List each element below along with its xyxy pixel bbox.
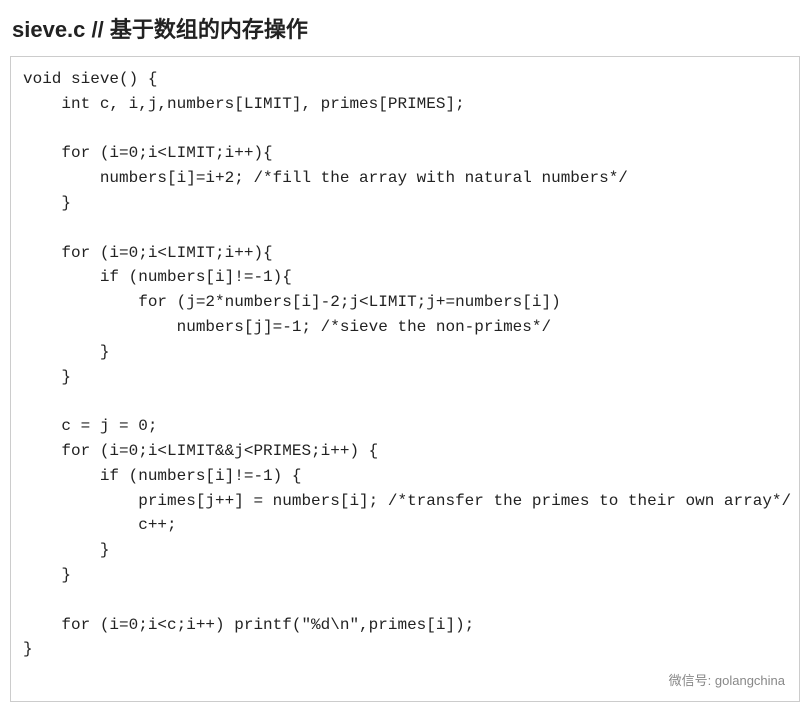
page-title: sieve.c // 基于数组的内存操作 — [10, 12, 800, 44]
watermark-label: 微信号: golangchina — [669, 671, 785, 691]
code-container: void sieve() { int c, i,j,numbers[LIMIT]… — [10, 56, 800, 702]
wechat-icon — [643, 673, 663, 689]
watermark: 微信号: golangchina — [643, 671, 785, 691]
code-content: void sieve() { int c, i,j,numbers[LIMIT]… — [23, 70, 791, 658]
